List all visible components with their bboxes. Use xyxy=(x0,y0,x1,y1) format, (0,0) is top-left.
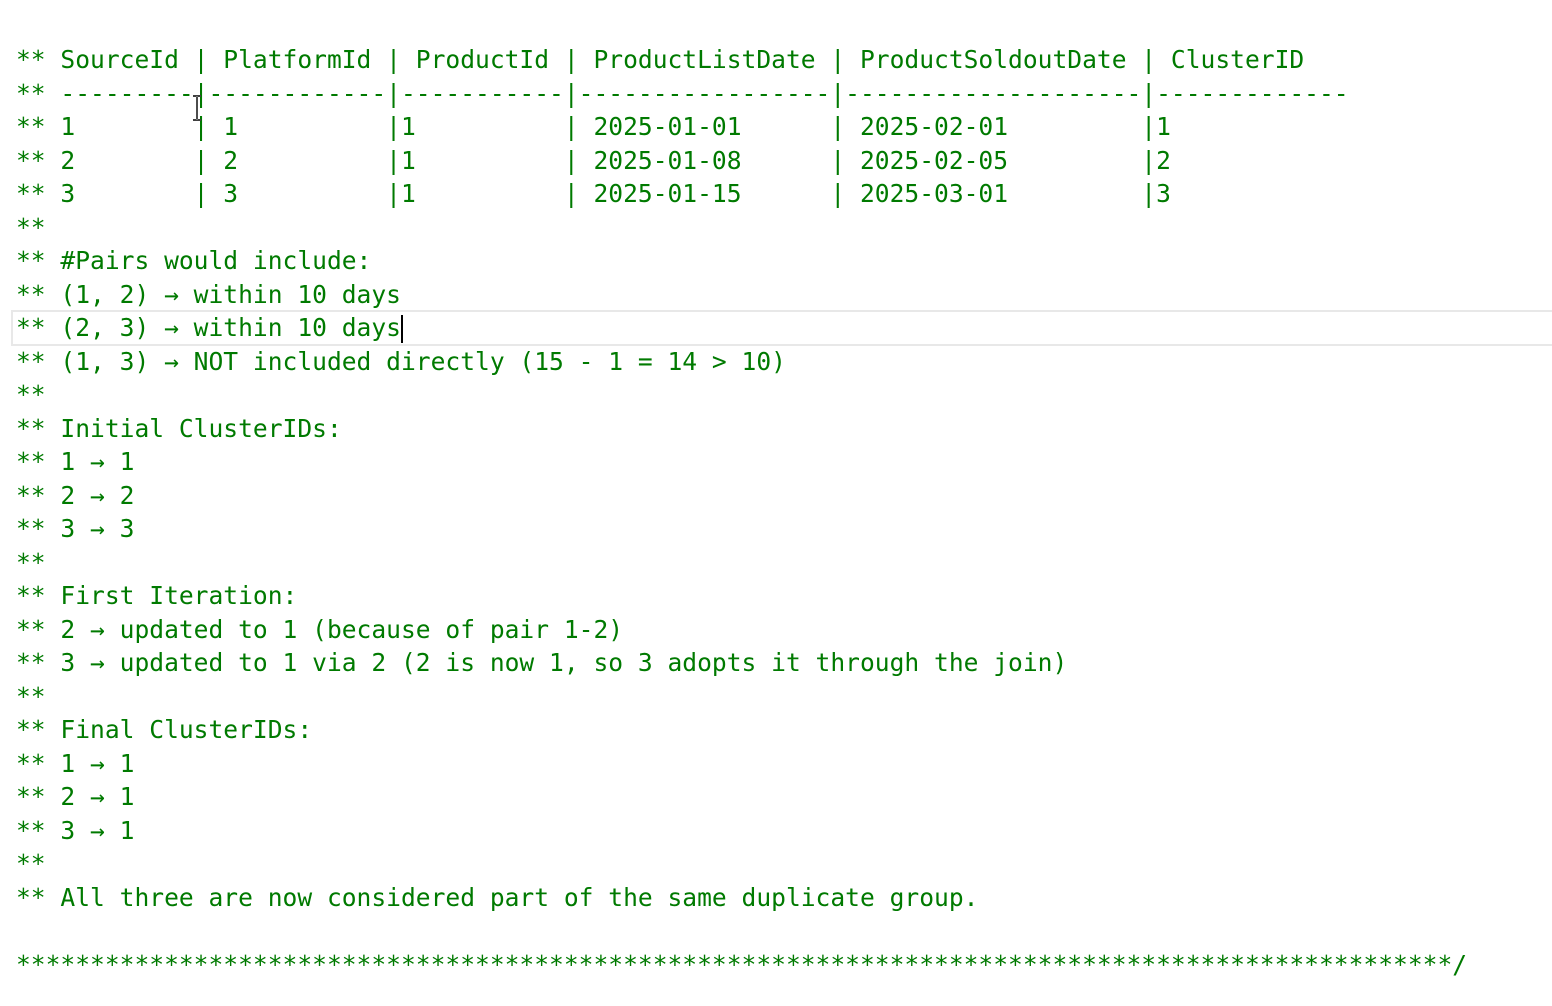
code-line[interactable]: ** 3 | 3 |1 | 2025-01-15 | 2025-03-01 |3 xyxy=(16,177,1552,211)
code-line[interactable]: ** 2 → 1 xyxy=(16,780,1552,814)
code-line[interactable]: ****************************************… xyxy=(16,948,1552,982)
code-line[interactable]: ** First Iteration: xyxy=(16,579,1552,613)
code-line[interactable]: ** 2 → updated to 1 (because of pair 1-2… xyxy=(16,613,1552,647)
code-line[interactable]: ** (1, 2) → within 10 days xyxy=(16,278,1552,312)
code-line[interactable]: ** #Pairs would include: xyxy=(16,244,1552,278)
code-line[interactable]: ** 3 → updated to 1 via 2 (2 is now 1, s… xyxy=(16,646,1552,680)
code-line[interactable] xyxy=(16,914,1552,948)
code-line[interactable]: ** SourceId | PlatformId | ProductId | P… xyxy=(16,43,1552,77)
text-caret-icon xyxy=(400,315,403,343)
code-line[interactable]: ** xyxy=(16,378,1552,412)
code-line[interactable]: ** xyxy=(16,847,1552,881)
current-line-text: ** (2, 3) → within 10 days xyxy=(16,313,401,342)
code-line[interactable]: ** 2 | 2 |1 | 2025-01-08 | 2025-02-05 |2 xyxy=(16,144,1552,178)
code-line[interactable]: ** 1 | 1 |1 | 2025-01-01 | 2025-02-01 |1 xyxy=(16,110,1552,144)
code-line[interactable]: ** Final ClusterIDs: xyxy=(16,713,1552,747)
code-line[interactable]: ** 1 → 1 xyxy=(16,747,1552,781)
code-line[interactable]: ** 2 → 2 xyxy=(16,479,1552,513)
current-code-line[interactable]: ** (2, 3) → within 10 days xyxy=(11,310,1552,346)
i-beam-cursor-icon xyxy=(193,95,201,121)
code-line[interactable]: ** 1 → 1 xyxy=(16,445,1552,479)
code-line[interactable]: ** (1, 3) → NOT included directly (15 - … xyxy=(16,345,1552,379)
code-line[interactable]: ** xyxy=(16,546,1552,580)
code-line[interactable]: ** Initial ClusterIDs: xyxy=(16,412,1552,446)
code-line[interactable]: ** All three are now considered part of … xyxy=(16,881,1552,915)
code-line[interactable]: ** 3 → 3 xyxy=(16,512,1552,546)
code-line[interactable]: ** xyxy=(16,211,1552,245)
code-line[interactable]: ** ---------|------------|-----------|--… xyxy=(16,77,1552,111)
code-line[interactable]: ** xyxy=(16,680,1552,714)
code-editor[interactable]: ** SourceId | PlatformId | ProductId | P… xyxy=(0,0,1552,1006)
code-line[interactable]: ** 3 → 1 xyxy=(16,814,1552,848)
editor-lines: ** SourceId | PlatformId | ProductId | P… xyxy=(11,43,1552,982)
